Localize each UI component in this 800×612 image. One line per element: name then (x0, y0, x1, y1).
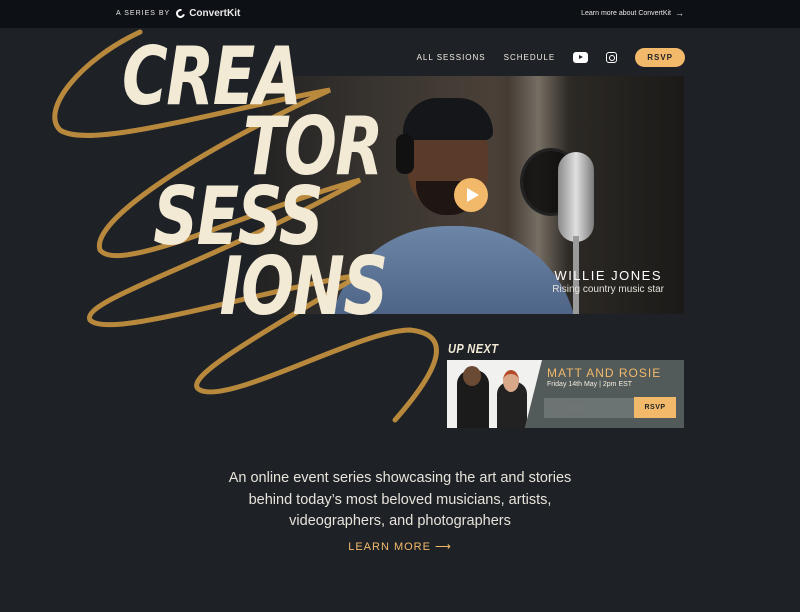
up-next-card: MATT AND ROSIE Friday 14th May | 2pm EST… (447, 360, 684, 428)
description-line-2: behind today’s most beloved musicians, a… (248, 491, 552, 508)
up-next-date: Friday 14th May | 2pm EST (547, 381, 633, 388)
series-description: An online event series showcasing the ar… (200, 468, 600, 533)
headphones (396, 134, 414, 174)
learn-about-link[interactable]: Learn more about ConvertKit → (581, 8, 684, 18)
series-credit[interactable]: A SERIES BY ConvertKit (116, 7, 241, 20)
instagram-icon[interactable] (606, 52, 618, 63)
creator-sessions-title: CREA TOR SESS IONS (122, 37, 388, 327)
top-bar: A SERIES BY ConvertKit Learn more about … (0, 0, 800, 28)
convertkit-logo[interactable]: ConvertKit (174, 7, 241, 20)
description-line-1: An online event series showcasing the ar… (228, 470, 572, 486)
learn-about-text: Learn more about ConvertKit (581, 10, 671, 17)
person-beanie (403, 98, 493, 140)
email-field[interactable] (544, 398, 634, 418)
up-next-rsvp-button[interactable]: RSVP (634, 397, 676, 418)
arrow-right-icon: → (675, 8, 684, 18)
convertkit-icon (174, 7, 187, 20)
guest-1-head (463, 366, 481, 386)
learn-more-label: LEARN MORE (348, 541, 431, 553)
series-label: A SERIES BY (116, 10, 171, 17)
video-guest-name: WILLIE JONES (554, 268, 662, 283)
nav-all-sessions[interactable]: ALL SESSIONS (417, 53, 486, 62)
nav-schedule[interactable]: SCHEDULE (504, 53, 556, 62)
up-next-label: UP NEXT (448, 341, 499, 356)
microphone (558, 152, 594, 242)
main-nav: ALL SESSIONS SCHEDULE RSVP (417, 48, 685, 67)
up-next-name: MATT AND ROSIE (547, 366, 662, 380)
guest-2-head (503, 370, 519, 392)
youtube-icon[interactable] (573, 52, 589, 63)
up-next-photo (447, 360, 542, 428)
rsvp-button[interactable]: RSVP (635, 48, 685, 67)
video-guest-subtitle: Rising country music star (552, 284, 664, 295)
play-icon[interactable] (454, 178, 488, 212)
brand-name: ConvertKit (189, 8, 241, 19)
arrow-right-icon: ⟶ (435, 541, 452, 553)
description-line-3: videographers, and photographers (289, 513, 511, 529)
learn-more-button[interactable]: LEARN MORE ⟶ (0, 540, 800, 553)
